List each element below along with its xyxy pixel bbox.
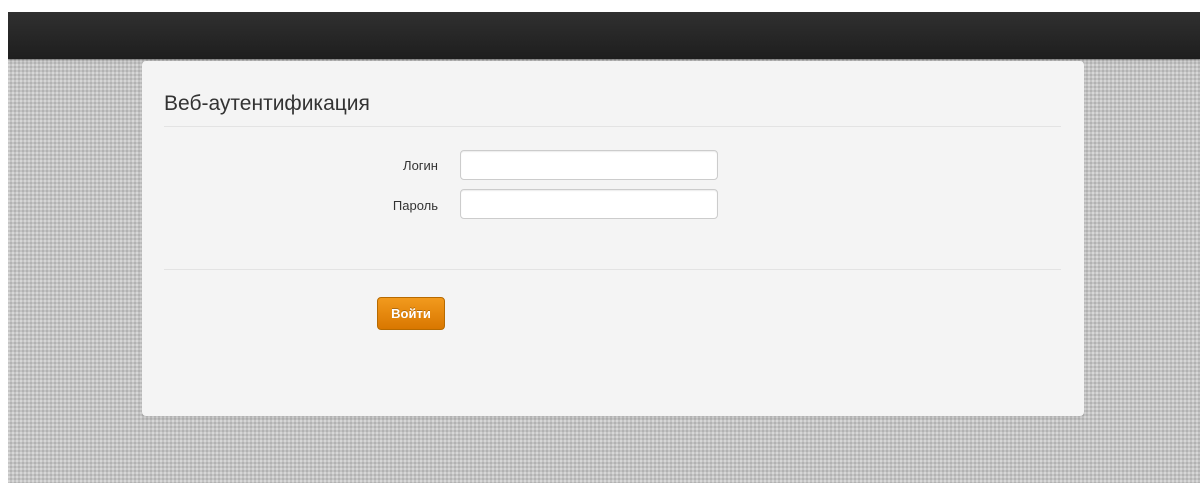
actions-divider xyxy=(164,269,1061,270)
login-panel: Веб-аутентификация Логин Пароль Войти xyxy=(142,61,1084,416)
login-input[interactable] xyxy=(460,150,718,180)
page-background: Веб-аутентификация Логин Пароль Войти xyxy=(8,12,1200,483)
top-navigation-bar xyxy=(8,12,1200,59)
title-divider xyxy=(164,126,1061,127)
login-button[interactable]: Войти xyxy=(377,297,445,330)
password-label: Пароль xyxy=(392,198,438,213)
login-label: Логин xyxy=(403,158,438,173)
password-input[interactable] xyxy=(460,189,718,219)
page-title: Веб-аутентификация xyxy=(164,92,370,115)
